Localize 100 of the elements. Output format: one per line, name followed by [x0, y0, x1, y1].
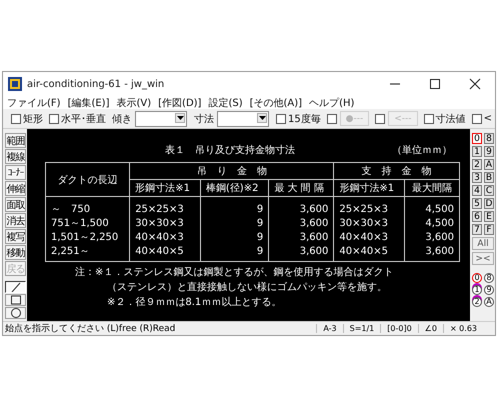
layer-button[interactable]: 2: [472, 159, 482, 170]
table-cell: 40×40×5: [130, 244, 200, 262]
tool-button[interactable]: 複写: [5, 229, 26, 244]
tool-button[interactable]: 面取: [5, 197, 26, 212]
header-cell: 最大間隔: [404, 180, 460, 196]
status-field: S=1/1: [342, 324, 380, 333]
status-field: [0-0]0: [380, 324, 418, 333]
menu-item[interactable]: [編集(E)]: [68, 96, 110, 110]
layer-button[interactable]: 4: [472, 185, 482, 196]
menu-item[interactable]: ヘルプ(H): [309, 96, 354, 110]
layer-group-button[interactable]: 1: [472, 285, 482, 295]
window-title: air-conditioning-61 - jw_win: [27, 78, 166, 90]
table-cell: 2,251～: [46, 244, 130, 262]
tool-button[interactable]: 消去: [5, 213, 26, 228]
header-cell: 吊 り 金 物: [130, 162, 334, 180]
table-cell: 40×40×3: [130, 230, 200, 244]
header-cell: 棒鋼(径)※2: [200, 180, 269, 196]
checkbox[interactable]: [472, 114, 482, 124]
header-cell: 形鋼寸法※1: [334, 180, 405, 196]
dropdown-arrow-icon: [176, 116, 184, 120]
layer-button[interactable]: E: [484, 211, 494, 222]
layer-button[interactable]: 6: [472, 211, 482, 222]
rectangle-icon: [10, 295, 20, 305]
menu-item[interactable]: [その他(A)]: [250, 96, 302, 110]
status-field: × 0.63: [442, 324, 483, 333]
layer-group-button[interactable]: 2: [472, 297, 482, 307]
table-cell: 30×30×3: [334, 216, 405, 230]
note-text: 注：※１．ステンレス鋼又は鋼製とするが、鋼を使用する場合はダクト: [74, 266, 394, 280]
header-cell: 最 大 間 隔: [268, 180, 334, 196]
status-field: ∠0: [418, 324, 443, 333]
layer-group-button[interactable]: 0: [472, 273, 482, 283]
tool-button[interactable]: ｺｰﾅｰ: [5, 165, 26, 180]
layer-button[interactable]: ><: [472, 252, 494, 265]
layer-button[interactable]: 5: [472, 198, 482, 209]
circle-icon: [10, 308, 20, 318]
dropdown-field[interactable]: [135, 110, 188, 126]
table-cell: 40×40×3: [334, 230, 405, 244]
status-message: 始点を指示してください (L)free (R)Read: [4, 322, 176, 335]
table-cell: 751～1,500: [46, 216, 130, 230]
table-cell: 4,500: [404, 196, 460, 216]
table-cell: 1,501～2,250: [46, 230, 130, 244]
tool-button[interactable]: 移動: [5, 245, 26, 260]
circle-tool-button[interactable]: [5, 307, 26, 319]
table-cell: 9: [200, 230, 269, 244]
layer-button[interactable]: 0: [472, 133, 482, 144]
table-cell: 9: [200, 216, 269, 230]
menu-item[interactable]: [作図(D)]: [158, 96, 202, 110]
table-title: 表１ 吊り及び支持金物寸法: [165, 144, 295, 157]
layer-button[interactable]: F: [484, 224, 494, 235]
layer-button[interactable]: 9: [484, 146, 494, 157]
checkbox-label: <: [484, 113, 492, 124]
checkbox-label: 水平･垂直: [61, 112, 106, 126]
menu-item[interactable]: 表示(V): [116, 96, 152, 110]
tool-button[interactable]: 伸縮: [5, 181, 26, 196]
checkbox[interactable]: [49, 114, 59, 124]
layer-group-button[interactable]: A: [484, 297, 494, 307]
dropdown-field[interactable]: [217, 110, 270, 126]
checkbox-label: 寸法値: [436, 112, 466, 126]
layer-button[interactable]: B: [484, 172, 494, 183]
layer-button[interactable]: 7: [472, 224, 482, 235]
tool-button[interactable]: 複線: [5, 149, 26, 164]
checkbox[interactable]: [276, 114, 286, 124]
layer-group-button[interactable]: 8: [484, 273, 494, 283]
table-cell: 3,600: [268, 216, 334, 230]
table-cell: 3,600: [268, 230, 334, 244]
line-tool-button[interactable]: [5, 281, 26, 293]
status-field: A-3: [316, 324, 343, 333]
line-icon: [10, 282, 20, 292]
table-cell: 9: [200, 244, 269, 262]
checkbox-label: 矩形: [23, 112, 43, 126]
menu-item[interactable]: ファイル(F): [7, 96, 61, 110]
note-text: ※２．径９ｍｍは8.1ｍｍ以上とする。: [106, 296, 282, 310]
layer-button[interactable]: D: [484, 198, 494, 209]
tool-button[interactable]: 範囲: [5, 133, 26, 148]
table-cell: 40×40×5: [334, 244, 405, 262]
layer-button[interactable]: All: [472, 237, 494, 250]
table-cell: 25×25×3: [130, 196, 200, 216]
layer-group-button[interactable]: 9: [484, 285, 494, 295]
table-cell: 4,500: [404, 216, 460, 230]
menu-item[interactable]: 設定(S): [208, 96, 243, 110]
layer-button[interactable]: 1: [472, 146, 482, 157]
layer-button[interactable]: A: [484, 159, 494, 170]
table-cell: 30×30×3: [130, 216, 200, 230]
table-cell: ～ 750: [46, 196, 130, 216]
header-cell: 支 持 金 物: [334, 162, 460, 180]
header-cell: 形鋼寸法※1: [130, 180, 200, 196]
checkbox[interactable]: [11, 114, 21, 124]
header-cell: ダクトの長辺: [46, 162, 130, 196]
table-cell: 3,600: [268, 244, 334, 262]
table-cell: 3,600: [268, 196, 334, 216]
layer-button[interactable]: C: [484, 185, 494, 196]
layer-button[interactable]: 3: [472, 172, 482, 183]
dropdown-arrow-icon: [258, 116, 266, 120]
checkbox[interactable]: [424, 114, 434, 124]
field-label: 寸法: [194, 112, 214, 126]
field-label: 傾き: [112, 112, 132, 126]
rectangle-tool-button[interactable]: [5, 294, 26, 306]
layer-button[interactable]: 8: [484, 133, 494, 144]
table-cell: 3,600: [404, 230, 460, 244]
table-cell: 9: [200, 196, 269, 216]
